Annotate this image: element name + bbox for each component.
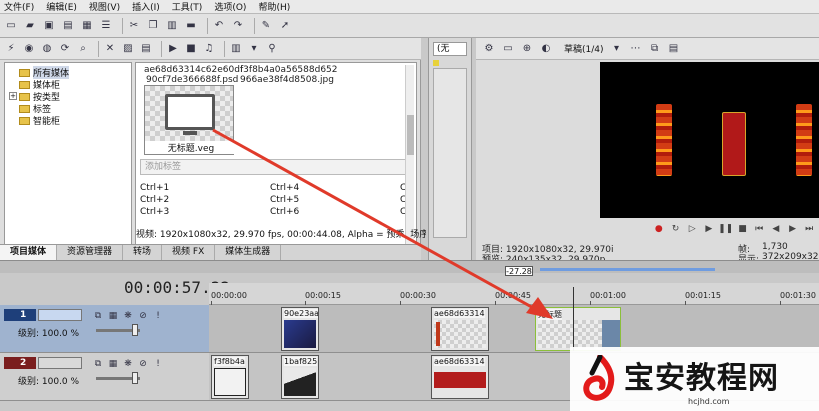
watermark-title: 宝安教程网: [624, 361, 779, 396]
watermark: 宝安教程网 hcjhd.com: [570, 347, 819, 411]
watermark-logo-icon: [583, 355, 615, 401]
arrow-head: [526, 297, 553, 319]
arrow-line: [212, 128, 538, 312]
watermark-url: hcjhd.com: [688, 397, 730, 406]
